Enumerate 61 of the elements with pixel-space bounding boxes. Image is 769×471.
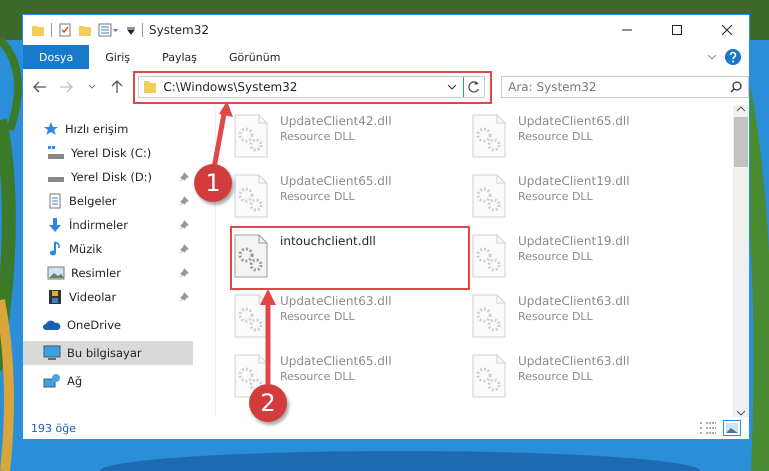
chevron-down-icon — [88, 84, 96, 90]
help-icon[interactable] — [725, 49, 741, 65]
sidebar-item[interactable]: Ağ — [23, 369, 193, 393]
sidebar-item[interactable]: Müzik — [23, 237, 193, 261]
drive-icon — [47, 176, 65, 182]
file-item[interactable]: intouchclient.dll — [234, 234, 376, 278]
pin-icon[interactable] — [179, 196, 189, 206]
item-count: 193 öğe — [31, 422, 76, 434]
sidebar-item[interactable]: Yerel Disk (C:) — [23, 141, 193, 165]
large-icons-view-icon[interactable] — [723, 420, 741, 436]
ribbon-tab[interactable]: Görünüm — [213, 45, 296, 69]
film-icon — [47, 289, 63, 305]
sidebar-item[interactable]: Belgeler — [23, 189, 193, 213]
gear-file-icon — [234, 174, 268, 218]
drive-icon — [47, 145, 65, 161]
network-icon — [43, 373, 61, 389]
pin-icon[interactable] — [179, 244, 189, 254]
gear-file-icon — [234, 294, 268, 338]
sidebar-item[interactable]: Bu bilgisayar — [23, 341, 193, 365]
sidebar-item[interactable]: OneDrive — [23, 313, 193, 337]
star-icon — [43, 121, 59, 137]
close-icon — [722, 25, 732, 35]
music-note-icon — [47, 241, 63, 257]
monitor-icon — [43, 345, 61, 361]
picture-icon — [47, 265, 65, 281]
scrollbar[interactable] — [733, 105, 749, 417]
ribbon-tab[interactable]: Giriş — [89, 45, 146, 69]
sidebar-item[interactable]: Yerel Disk (D:) — [23, 165, 193, 189]
download-icon — [47, 217, 63, 233]
sidebar-item[interactable]: Resimler — [23, 261, 193, 285]
gear-file-icon — [472, 234, 506, 278]
chevron-down-icon[interactable] — [447, 83, 458, 91]
scrollbar-thumb[interactable] — [734, 117, 748, 167]
gear-file-icon — [472, 354, 506, 398]
sidebar-item[interactable]: Hızlı erişim — [23, 117, 193, 141]
ribbon-tab[interactable]: Paylaş — [146, 45, 213, 69]
properties-icon[interactable] — [58, 23, 72, 37]
search-field[interactable]: Ara: System32 — [501, 76, 749, 98]
gear-file-icon — [234, 234, 268, 278]
scroll-down-icon[interactable] — [736, 409, 746, 417]
maximize-icon — [672, 25, 682, 35]
window-title: System32 — [149, 23, 210, 37]
gear-file-icon — [472, 174, 506, 218]
view-options-icon[interactable] — [98, 23, 120, 37]
folder-icon — [143, 80, 158, 94]
document-icon — [47, 193, 63, 209]
address-bar[interactable]: C:\Windows\System32 — [138, 76, 486, 98]
ribbon-tab[interactable]: Dosya — [23, 45, 90, 69]
pin-icon[interactable] — [179, 172, 189, 182]
gear-file-icon — [472, 114, 506, 158]
sidebar-item[interactable]: Videolar — [23, 285, 193, 309]
sidebar-item[interactable]: İndirmeler — [23, 213, 193, 237]
details-view-icon[interactable] — [699, 421, 717, 435]
scroll-up-icon[interactable] — [736, 105, 746, 113]
search-icon — [730, 81, 742, 93]
pin-icon[interactable] — [179, 292, 189, 302]
pin-icon[interactable] — [179, 268, 189, 278]
pin-icon[interactable] — [179, 220, 189, 230]
caret-icon[interactable] — [126, 25, 136, 35]
gear-file-icon — [472, 294, 506, 338]
gear-file-icon — [234, 114, 268, 158]
